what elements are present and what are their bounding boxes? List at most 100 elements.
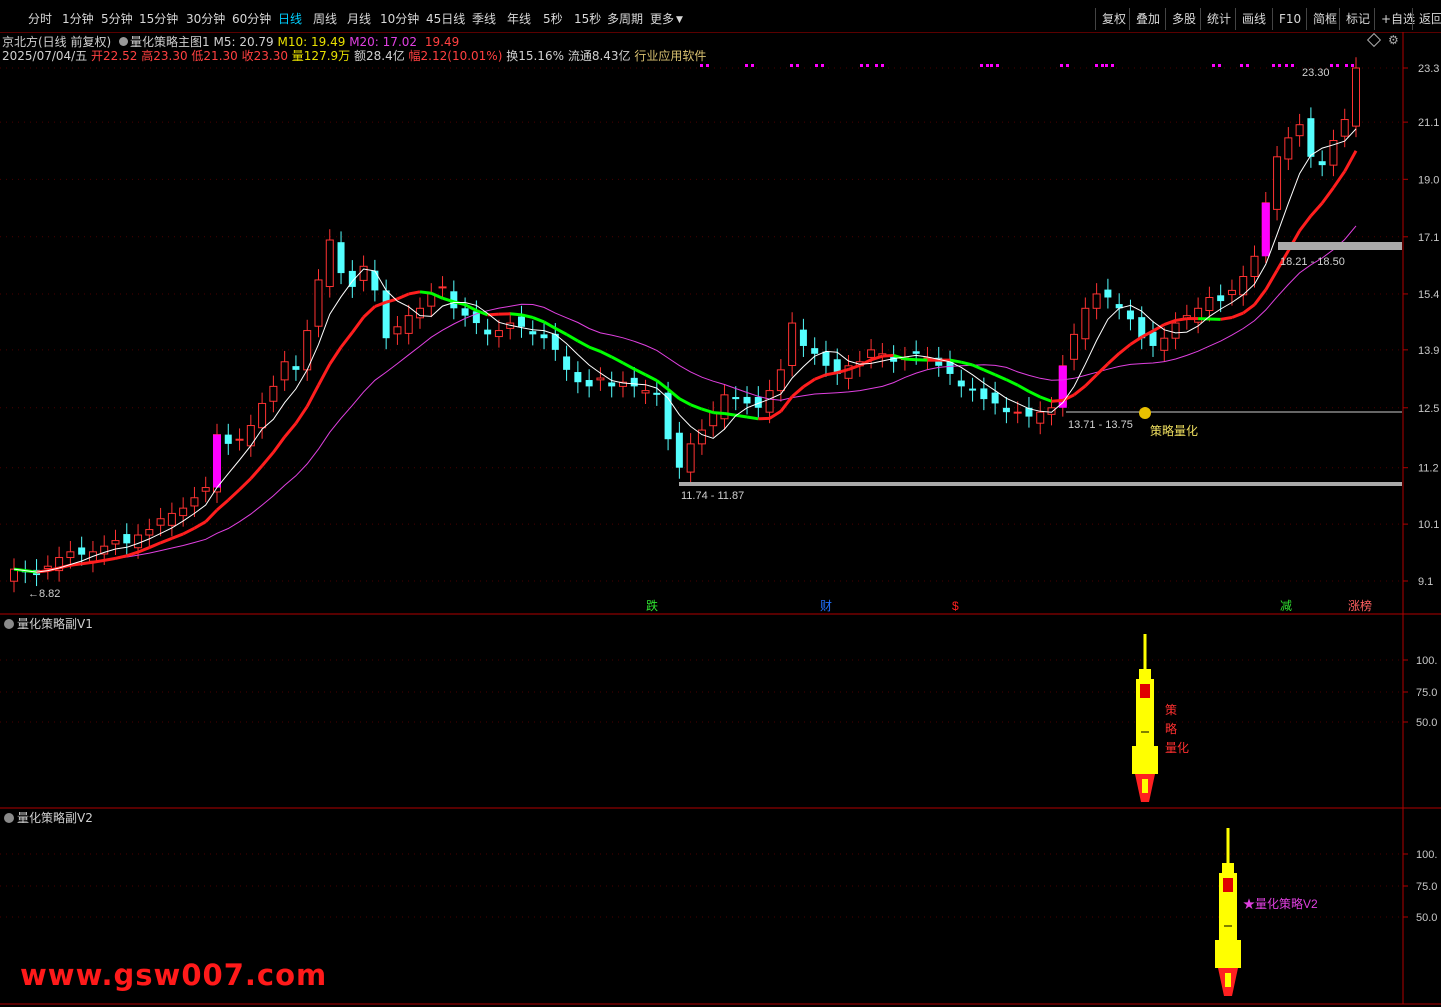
signal-dot xyxy=(990,64,993,67)
signal-candle xyxy=(212,434,221,488)
candle-body xyxy=(697,429,706,445)
rocket-v1-flame-core xyxy=(1142,779,1148,793)
candle-body xyxy=(201,487,210,492)
ma10-segment xyxy=(1231,311,1244,319)
ma10-segment xyxy=(678,397,692,407)
ma10-segment xyxy=(735,413,748,419)
toolbar-button-0[interactable]: 复权 xyxy=(1095,8,1132,30)
period-tab-2[interactable]: 5分钟 xyxy=(101,10,133,28)
candle-body xyxy=(123,534,131,544)
candle-body xyxy=(461,308,469,316)
candle-body xyxy=(258,402,267,429)
candle-body xyxy=(776,369,785,392)
signal-dot xyxy=(706,64,709,67)
ma10-segment xyxy=(1242,303,1256,315)
signal-dot xyxy=(1330,64,1333,67)
signal-dot xyxy=(815,64,818,67)
candle-body xyxy=(1217,295,1225,302)
ma10-segment xyxy=(1253,288,1267,306)
signal-dot xyxy=(860,64,863,67)
signal-dot xyxy=(1240,64,1243,67)
candle-body xyxy=(822,351,830,366)
period-tab-4[interactable]: 30分钟 xyxy=(186,10,225,28)
ma10-segment xyxy=(1309,202,1324,217)
ma10-segment xyxy=(115,554,128,560)
period-tab-8[interactable]: 月线 xyxy=(347,10,371,28)
period-tab-11[interactable]: 季线 xyxy=(472,10,496,28)
ma10-segment xyxy=(565,333,579,343)
signal-dot xyxy=(986,64,989,67)
candle-body xyxy=(167,512,176,526)
price-axis-label: 13.9 xyxy=(1418,345,1439,357)
ma10-segment xyxy=(644,373,658,382)
period-tab-14[interactable]: 15秒 xyxy=(574,10,601,28)
candle-body xyxy=(371,270,379,291)
dropdown-icon[interactable] xyxy=(4,813,14,823)
ma10-segment xyxy=(814,373,827,381)
signal-dot xyxy=(881,64,884,67)
toolbar-button-2[interactable]: 多股 xyxy=(1165,8,1202,30)
candle-body xyxy=(686,443,695,473)
toolbar-button-3[interactable]: 统计 xyxy=(1200,8,1237,30)
rocket-v2-engine xyxy=(1215,940,1241,968)
period-tab-10[interactable]: 45日线 xyxy=(426,10,465,28)
signal-dot xyxy=(980,64,983,67)
period-tab-16[interactable]: 更多 xyxy=(650,10,674,28)
candle-body xyxy=(393,326,402,335)
signal-dot xyxy=(796,64,799,67)
more-chevron-icon[interactable]: ▼ xyxy=(676,11,683,29)
ma10-segment xyxy=(272,436,286,454)
candle-body xyxy=(484,329,492,335)
signal-dot xyxy=(866,64,869,67)
toolbar-button-5[interactable]: F10 xyxy=(1272,8,1307,30)
toolbar-button-9[interactable]: 返回 xyxy=(1412,8,1441,30)
ma10-segment xyxy=(825,371,838,377)
ma10-segment xyxy=(543,320,557,330)
period-tab-9[interactable]: 10分钟 xyxy=(380,10,419,28)
candle-body xyxy=(1036,411,1045,424)
period-tab-0[interactable]: 分时 xyxy=(28,10,52,28)
dropdown-icon[interactable] xyxy=(4,619,14,629)
panel-v2-title[interactable]: 量化策略副V2 xyxy=(4,809,93,826)
signal-dot xyxy=(996,64,999,67)
candle-body xyxy=(111,540,120,545)
signal-dot xyxy=(1111,64,1114,67)
period-toolbar: 分时 1分钟 5分钟 15分钟 30分钟 60分钟 日线 周线 月线 10分钟 45日线 季线 年线 5秒… xyxy=(0,0,1441,33)
signal-dot xyxy=(1336,64,1339,67)
ma10-segment xyxy=(362,305,376,319)
rocket-v1-engine xyxy=(1132,746,1158,774)
period-tab-3[interactable]: 15分钟 xyxy=(139,10,178,28)
signal-dot xyxy=(1066,64,1069,67)
price-axis-label: 15.4 xyxy=(1418,289,1439,301)
ma10-segment xyxy=(137,546,150,554)
ma10-segment xyxy=(193,520,207,530)
candle-body xyxy=(1171,322,1180,339)
candle-body xyxy=(78,547,86,555)
ma10-segment xyxy=(1264,269,1279,291)
toolbar-button-1[interactable]: 叠加 xyxy=(1129,8,1166,30)
price-axis-label: 23.3 xyxy=(1418,63,1439,75)
toolbar-button-7[interactable]: 标记 xyxy=(1339,8,1376,30)
period-tab-12[interactable]: 年线 xyxy=(507,10,531,28)
chart-canvas[interactable]: 23.3 21.1 19.0 17.1 15.4 13.9 12.5 11.2 10.1 9.1 1… xyxy=(0,32,1441,1007)
ma10-segment xyxy=(588,345,601,353)
period-tab-1[interactable]: 1分钟 xyxy=(62,10,94,28)
period-tab-13[interactable]: 5秒 xyxy=(543,10,563,28)
toolbar-button-6[interactable]: 简框 xyxy=(1306,8,1343,30)
period-tab-6[interactable]: 日线 xyxy=(278,10,302,28)
ma10-segment xyxy=(305,384,320,408)
ma10-segment xyxy=(994,373,1008,382)
panel-v1-title[interactable]: 量化策略副V1 xyxy=(4,615,93,632)
period-tab-15[interactable]: 多周期 xyxy=(607,10,643,28)
period-tab-5[interactable]: 60分钟 xyxy=(232,10,271,28)
period-tab-7[interactable]: 周线 xyxy=(313,10,337,28)
support-line xyxy=(679,482,1402,486)
price-axis-label: 9.1 xyxy=(1418,576,1433,588)
candle-body xyxy=(190,497,199,507)
ma10-segment xyxy=(622,361,635,371)
candle-body xyxy=(494,330,503,338)
candle-body xyxy=(382,290,390,339)
ma10-segment xyxy=(283,422,298,438)
toolbar-button-4[interactable]: 画线 xyxy=(1235,8,1272,30)
ma20-line xyxy=(13,225,1357,573)
